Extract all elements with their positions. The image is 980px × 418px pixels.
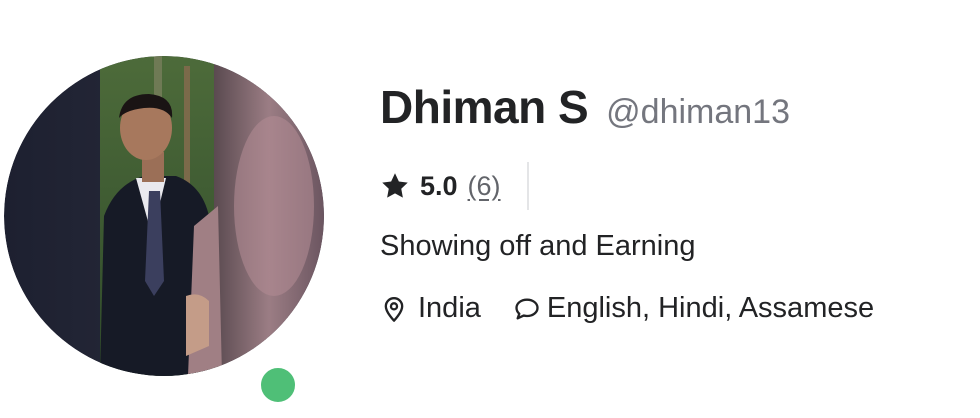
map-pin-icon (384, 296, 404, 322)
star-icon (382, 173, 408, 198)
chat-bubble-icon (515, 298, 539, 319)
rating-value: 5.0 (420, 170, 458, 201)
avatar-container[interactable] (4, 56, 324, 407)
tagline: Showing off and Earning (380, 230, 696, 262)
rating-row: 5.0 (6) (380, 162, 529, 210)
location-text: India (418, 292, 481, 324)
online-status-dot (256, 363, 300, 407)
profile-info: Dhiman S @dhiman13 5.0 (6) Showing off a… (380, 80, 980, 324)
name-row: Dhiman S @dhiman13 (380, 80, 980, 142)
divider (526, 162, 529, 210)
display-name[interactable]: Dhiman S (380, 80, 589, 134)
review-count-link[interactable]: (6) (468, 171, 501, 202)
username: @dhiman13 (606, 93, 791, 131)
avatar[interactable] (4, 56, 324, 376)
languages-text: English, Hindi, Assamese (546, 292, 875, 324)
languages-item: English, Hindi, Assamese (513, 292, 874, 325)
location-item: India (380, 292, 481, 325)
meta-row: India English, Hindi, Assamese (380, 292, 874, 325)
